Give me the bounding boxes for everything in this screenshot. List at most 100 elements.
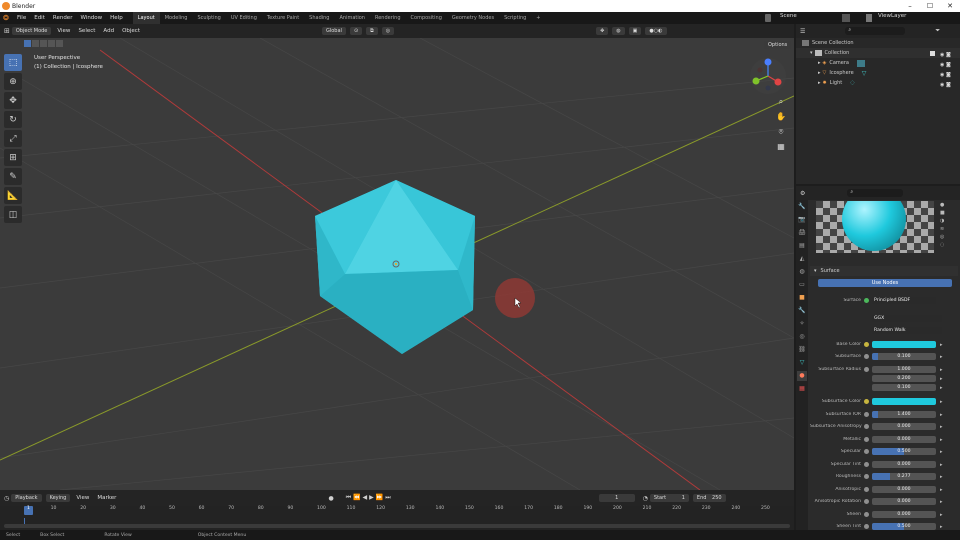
outliner-row-icosphere[interactable]: ▸ ▽ Icosphere ▽ [796, 68, 960, 78]
link-arrow-icon[interactable]: ▸ [940, 342, 943, 348]
scale-tool-icon[interactable]: ⤢ [4, 130, 22, 147]
viewport-canvas[interactable] [0, 38, 794, 490]
move-tool-icon[interactable]: ✥ [4, 92, 22, 109]
outliner-row-light[interactable]: ▸ ✹ Light ◌ [796, 78, 960, 88]
view-layer-tab-icon[interactable]: ▤ [797, 241, 807, 251]
filter-icon[interactable]: ⏷ [935, 27, 940, 35]
outliner-row-camera[interactable]: ▸ ◈ Camera [796, 58, 960, 68]
socket-icon[interactable] [864, 342, 869, 347]
visibility-column[interactable]: ◉ ◙ ◉ ◙ ◉ ◙ ◉ ◙ [940, 50, 951, 90]
link-arrow-icon[interactable]: ▸ [940, 399, 943, 405]
link-arrow-icon[interactable]: ▸ [940, 385, 943, 391]
property-field[interactable]: 0.000 [872, 461, 936, 468]
end-frame-field[interactable]: End 250 [692, 494, 726, 502]
property-field[interactable]: 0.500 [872, 448, 936, 455]
link-arrow-icon[interactable]: ▸ [940, 354, 943, 360]
menu-object[interactable]: Object [118, 28, 144, 34]
socket-icon[interactable] [864, 499, 869, 504]
menu-edit[interactable]: Edit [30, 15, 49, 21]
property-field[interactable]: 0.000 [872, 511, 936, 518]
world-tab-icon[interactable]: ◍ [797, 267, 807, 277]
cursor-tool-icon[interactable]: ⊕ [4, 73, 22, 90]
select-new-icon[interactable] [24, 40, 31, 47]
scene-tab-icon[interactable]: ◭ [797, 254, 807, 264]
tab-geometry-nodes[interactable]: Geometry Nodes [447, 12, 499, 24]
link-arrow-icon[interactable]: ▸ [940, 424, 943, 430]
tab-sculpting[interactable]: Sculpting [192, 12, 225, 24]
property-field[interactable]: 1.000 [872, 366, 936, 373]
chevron-down-icon[interactable]: ▾ [814, 268, 817, 274]
physics-tab-icon[interactable]: ◎ [797, 332, 807, 342]
link-arrow-icon[interactable]: ▸ [940, 412, 943, 418]
timeline-marker-menu[interactable]: Marker [93, 495, 120, 501]
socket-icon[interactable] [864, 462, 869, 467]
properties-search-input[interactable]: ⌕ [847, 189, 904, 197]
property-field[interactable]: 0.277 [872, 473, 936, 480]
menu-file[interactable]: File [13, 15, 30, 21]
property-field[interactable]: 1.400 [872, 411, 936, 418]
menu-add[interactable]: Add [99, 28, 118, 34]
socket-icon[interactable] [864, 512, 869, 517]
rotate-tool-icon[interactable]: ↻ [4, 111, 22, 128]
gizmo-toggle-icon[interactable]: ✥ [596, 27, 609, 35]
link-arrow-icon[interactable]: ▸ [940, 499, 943, 505]
tab-animation[interactable]: Animation [334, 12, 370, 24]
maximize-icon[interactable]: ☐ [920, 0, 940, 12]
select-tool-icon[interactable]: ⬚ [4, 54, 22, 71]
timeline-ruler[interactable]: 1 10 20 30 40 50 60 70 80 90 100 110 120 130 140 150 160… [24, 506, 792, 518]
preview-type-buttons[interactable]: ● ■ ◑ ≋ ◎ ◌ [940, 201, 945, 249]
menu-select[interactable]: Select [74, 28, 99, 34]
measure-tool-icon[interactable]: 📐 [4, 187, 22, 204]
color-swatch[interactable] [872, 341, 936, 348]
ortho-grid-icon[interactable]: ▦ [775, 141, 787, 153]
tab-scripting[interactable]: Scripting [499, 12, 531, 24]
property-field[interactable]: 0.100 [872, 384, 936, 391]
select-intersect-icon[interactable] [56, 40, 63, 47]
menu-help[interactable]: Help [106, 15, 127, 21]
tab-compositing[interactable]: Compositing [406, 12, 447, 24]
particles-tab-icon[interactable]: ✧ [797, 319, 807, 329]
navigation-gizmo[interactable] [748, 56, 788, 96]
chevron-right-icon[interactable]: ▸ [818, 60, 821, 66]
link-arrow-icon[interactable]: ▸ [940, 449, 943, 455]
property-field[interactable]: 0.000 [872, 436, 936, 443]
property-field[interactable]: 0.500 [872, 523, 936, 530]
socket-icon[interactable] [864, 354, 869, 359]
constraints-tab-icon[interactable]: ⛓ [797, 345, 807, 355]
socket-icon[interactable] [864, 367, 869, 372]
close-icon[interactable]: ✕ [940, 0, 960, 12]
socket-icon[interactable] [864, 437, 869, 442]
property-field[interactable]: 0.100 [872, 353, 936, 360]
clock-icon[interactable]: ◔ [643, 495, 648, 502]
socket-icon[interactable] [864, 412, 869, 417]
checkbox-icon[interactable] [930, 50, 935, 56]
timeline-editor-icon[interactable]: ◷ [4, 495, 9, 502]
property-field[interactable]: 0.000 [872, 423, 936, 430]
link-arrow-icon[interactable]: ▸ [940, 474, 943, 480]
socket-icon[interactable] [864, 399, 869, 404]
pivot-icon[interactable]: ⊙ [349, 27, 363, 35]
view-layer-name[interactable]: ViewLayer [874, 13, 910, 19]
mode-dropdown[interactable]: Object Mode [11, 27, 52, 35]
pan-hand-icon[interactable]: ✋ [775, 111, 787, 123]
xray-toggle-icon[interactable]: ▣ [628, 27, 642, 35]
link-arrow-icon[interactable]: ▸ [940, 437, 943, 443]
outliner-search-input[interactable]: ⌕ [845, 27, 906, 35]
data-tab-icon[interactable]: ▽ [797, 358, 807, 368]
properties-editor-icon[interactable]: ⚙ [800, 190, 805, 197]
keying-dropdown[interactable]: Keying [45, 494, 71, 502]
socket-icon[interactable] [864, 424, 869, 429]
object-tab-icon[interactable]: ■ [797, 293, 807, 303]
outliner-row-collection[interactable]: ▾ Collection [796, 48, 960, 58]
select-invert-icon[interactable] [48, 40, 55, 47]
playback-controls[interactable]: ⏮⏪◀▶⏩⏭ [346, 494, 393, 502]
link-arrow-icon[interactable]: ▸ [940, 367, 943, 373]
menu-view[interactable]: View [53, 28, 74, 34]
chevron-right-icon[interactable]: ▸ [818, 70, 821, 76]
tab-uv-editing[interactable]: UV Editing [226, 12, 262, 24]
shading-mode-icon[interactable]: ●○◐ [645, 27, 667, 35]
proportional-edit-icon[interactable]: ◎ [381, 27, 395, 35]
socket-icon[interactable] [864, 474, 869, 479]
blender-menu-icon[interactable]: ❂ [3, 14, 13, 22]
surface-shader-dropdown[interactable]: Principled BSDF [872, 297, 936, 304]
